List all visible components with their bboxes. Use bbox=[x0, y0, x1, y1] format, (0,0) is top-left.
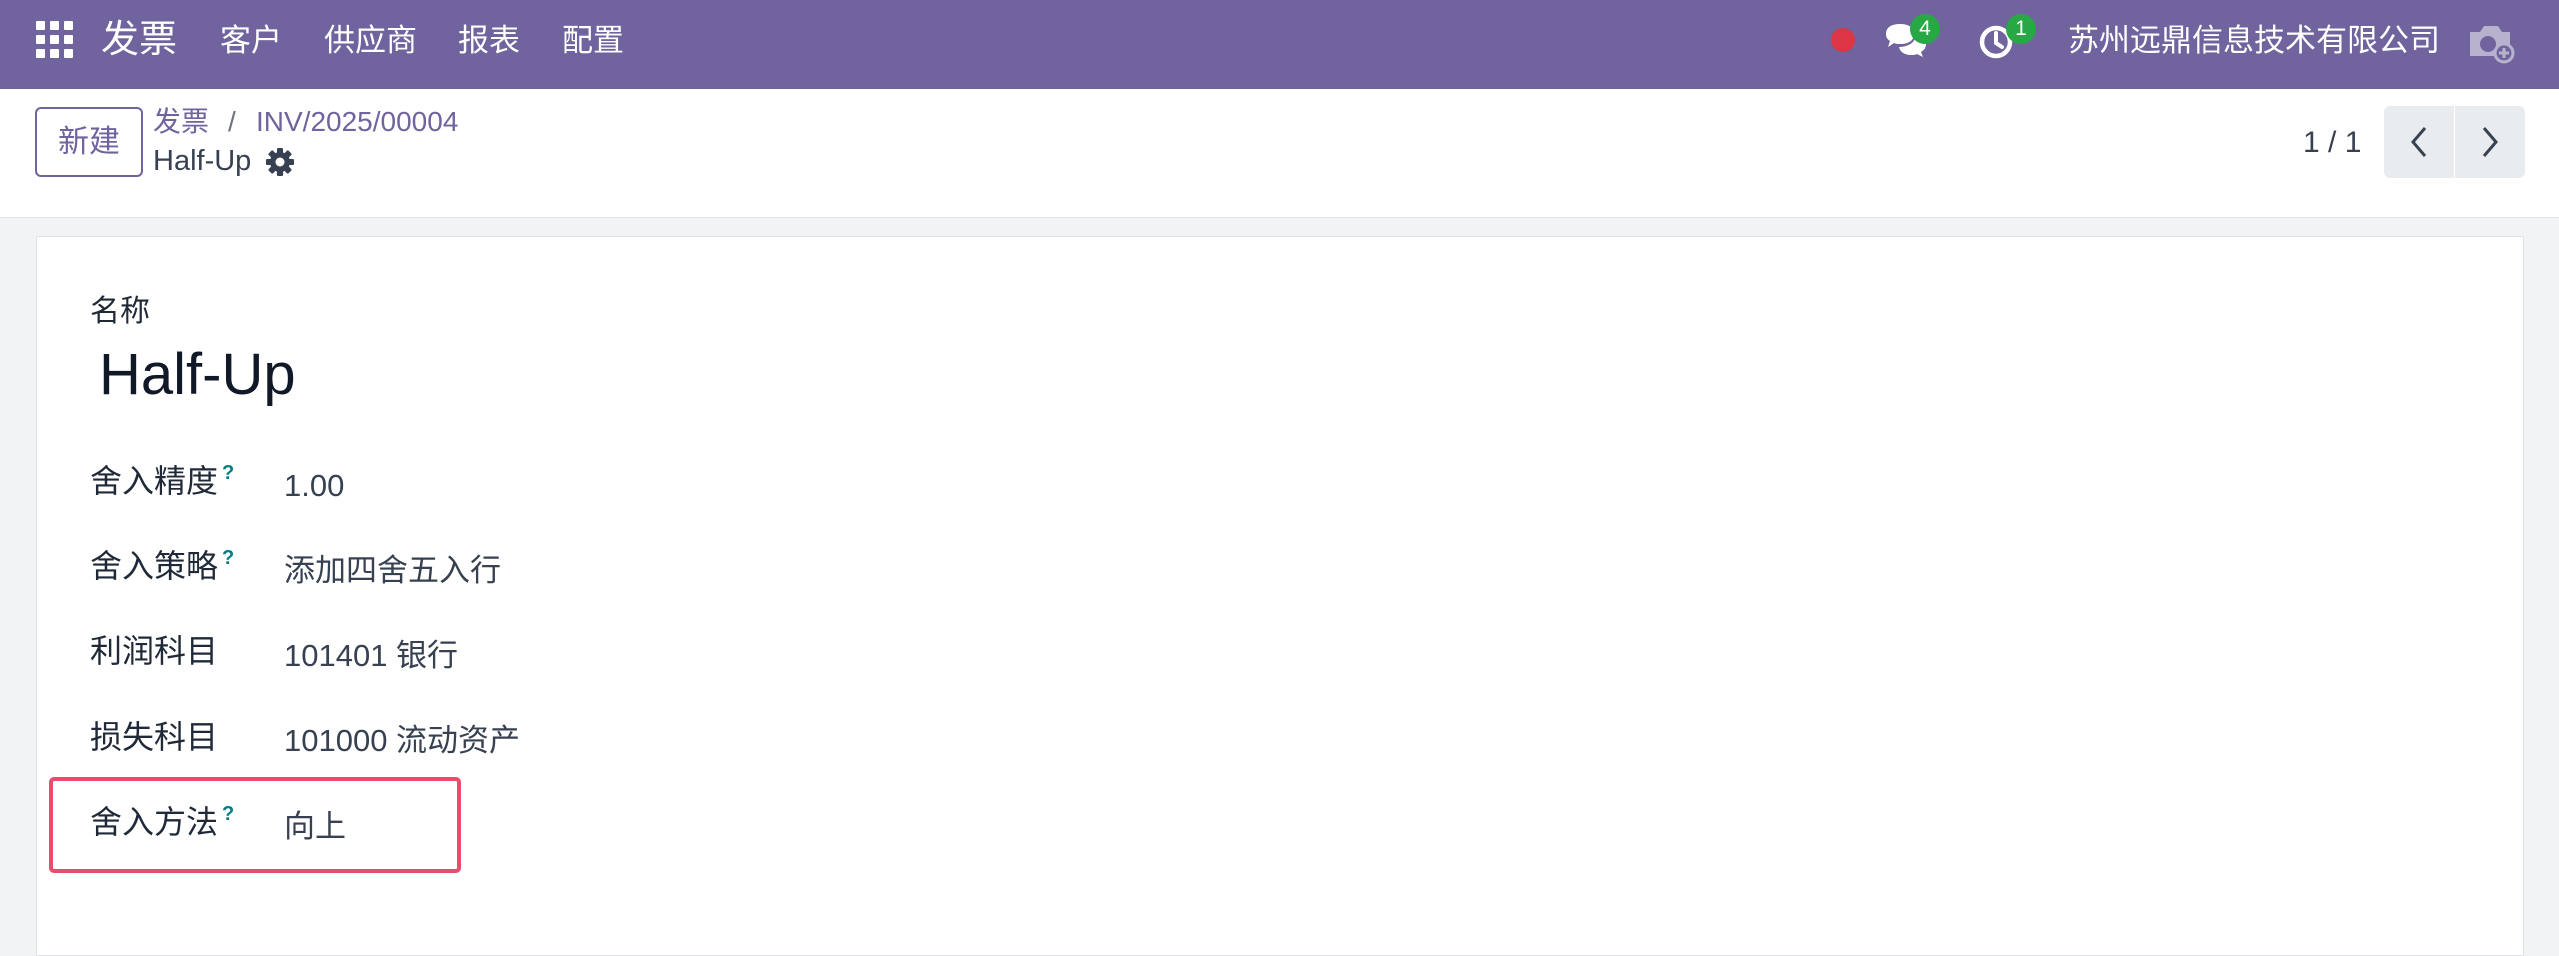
company-switcher[interactable]: 苏州远鼎信息技术有限公司 bbox=[2068, 21, 2440, 61]
help-tooltip-icon[interactable]: ? bbox=[222, 804, 234, 824]
name-label: 名称 bbox=[90, 295, 150, 328]
breadcrumb-parent[interactable]: 发票 bbox=[153, 105, 209, 139]
loss-account-label: 损失科目 bbox=[90, 719, 219, 755]
top-navbar: 发票 客户 供应商 报表 配置 4 1 苏州远鼎信息技术有限公司 bbox=[0, 0, 2559, 90]
menu-item-vendors[interactable]: 供应商 bbox=[324, 22, 417, 60]
form-sheet: 名称 Half-Up 舍入精度 ? 1.00 舍入策略 ? 添加四舍五入行 利润… bbox=[36, 236, 2524, 956]
rounding-method-field[interactable]: 向上 bbox=[284, 807, 346, 847]
activity-clock-icon[interactable]: 1 bbox=[1978, 14, 2036, 66]
rounding-method-label: 舍入方法 bbox=[90, 804, 219, 840]
gear-icon[interactable] bbox=[265, 147, 295, 177]
help-tooltip-icon[interactable]: ? bbox=[222, 548, 234, 568]
rounding-strategy-label: 舍入策略 bbox=[90, 548, 219, 584]
profit-account-label: 利润科目 bbox=[90, 633, 219, 669]
rounding-precision-field[interactable]: 1.00 bbox=[284, 466, 344, 506]
chat-count-badge: 4 bbox=[1910, 14, 1940, 44]
new-button[interactable]: 新建 bbox=[35, 107, 143, 177]
rounding-strategy-field[interactable]: 添加四舍五入行 bbox=[284, 551, 501, 591]
app-brand[interactable]: 发票 bbox=[101, 18, 177, 62]
chat-icon[interactable]: 4 bbox=[1882, 14, 1940, 66]
rounding-precision-label: 舍入精度 bbox=[90, 463, 219, 499]
apps-menu-icon[interactable] bbox=[36, 21, 74, 59]
help-tooltip-icon[interactable]: ? bbox=[222, 463, 234, 483]
control-panel: 新建 发票 / INV/2025/00004 Half-Up 1 / 1 bbox=[0, 89, 2559, 218]
camera-icon[interactable] bbox=[2466, 18, 2516, 66]
loss-account-field[interactable]: 101000 流动资产 bbox=[284, 721, 520, 761]
breadcrumb-current[interactable]: INV/2025/00004 bbox=[256, 105, 458, 139]
breadcrumb-separator: / bbox=[228, 106, 236, 137]
menu-item-reporting[interactable]: 报表 bbox=[458, 22, 520, 60]
menu-item-configuration[interactable]: 配置 bbox=[562, 22, 624, 60]
chevron-right-icon bbox=[2482, 127, 2498, 157]
activity-count-badge: 1 bbox=[2006, 14, 2036, 44]
name-field[interactable]: Half-Up bbox=[99, 341, 296, 409]
record-title: Half-Up bbox=[153, 145, 252, 177]
pager-previous-button[interactable] bbox=[2384, 106, 2454, 178]
pager-next-button[interactable] bbox=[2455, 106, 2525, 178]
pager-value[interactable]: 1 / 1 bbox=[2303, 125, 2361, 161]
recording-indicator-icon[interactable] bbox=[1831, 28, 1855, 52]
profit-account-field[interactable]: 101401 银行 bbox=[284, 636, 458, 676]
chevron-left-icon bbox=[2411, 127, 2427, 157]
menu-item-customers[interactable]: 客户 bbox=[220, 22, 282, 60]
